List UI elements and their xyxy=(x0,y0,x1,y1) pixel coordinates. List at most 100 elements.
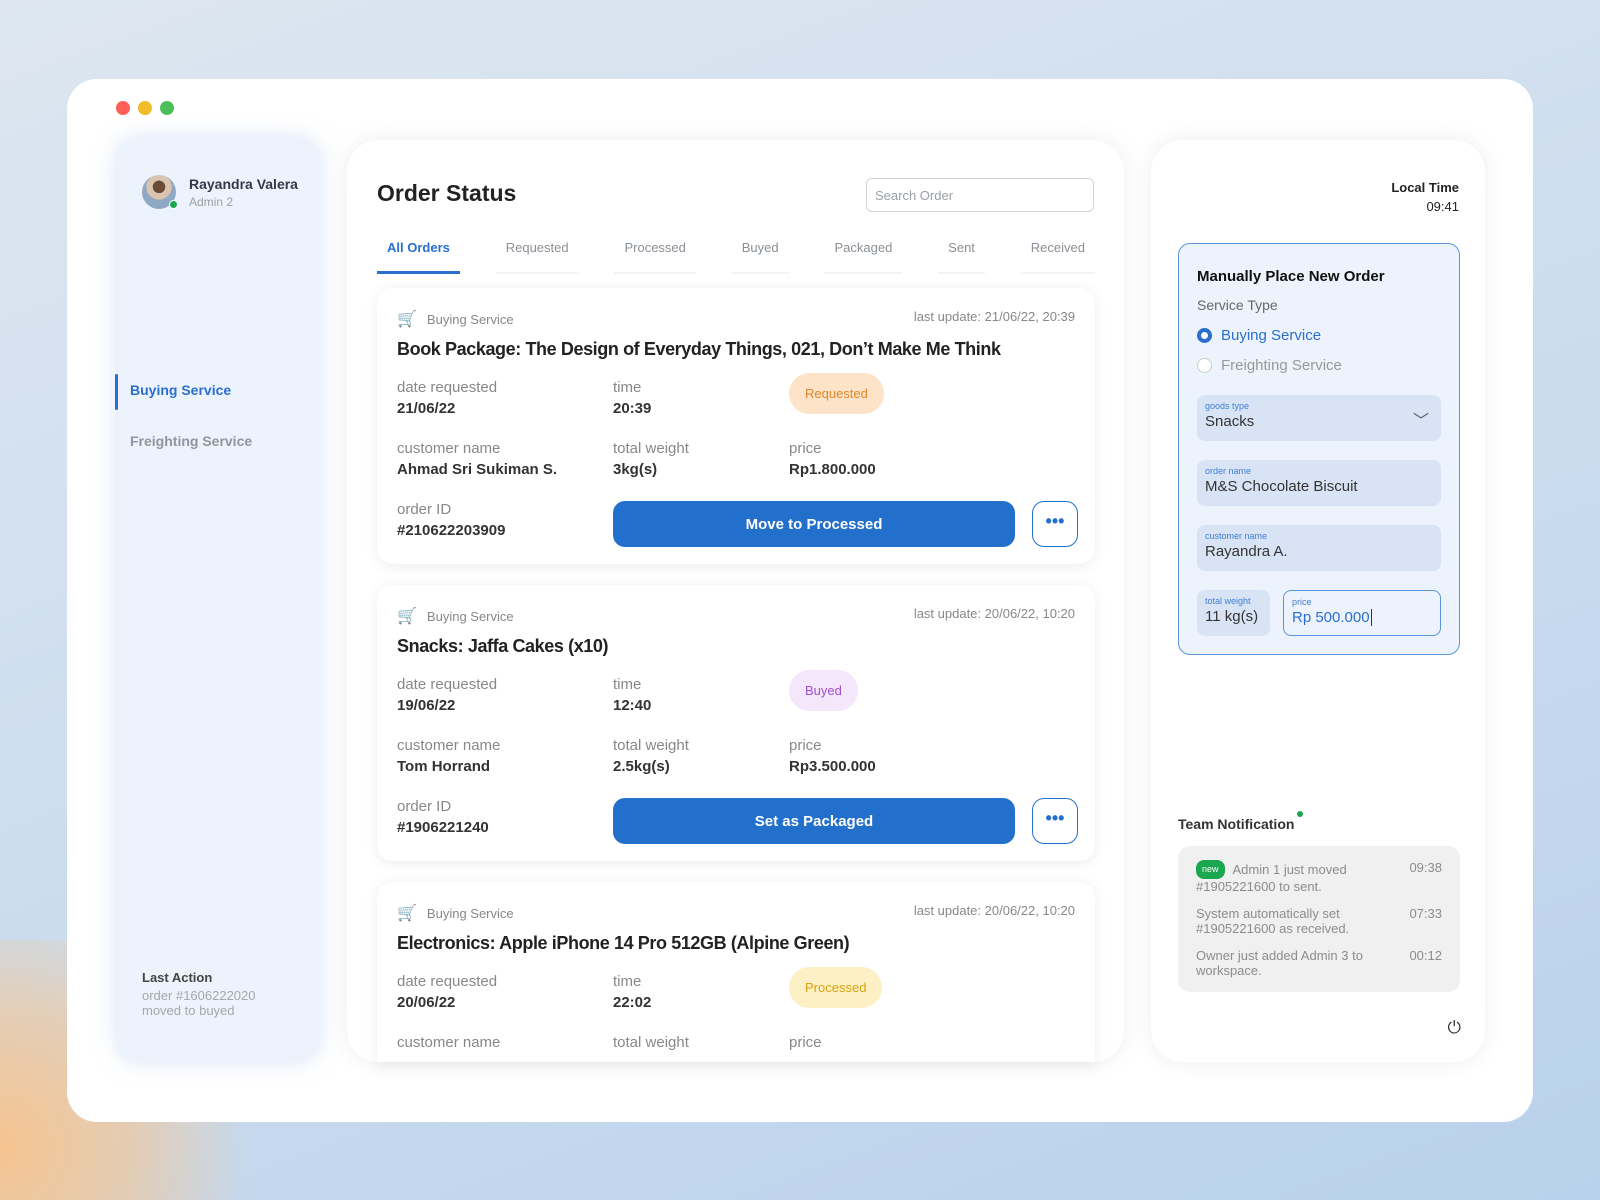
cart-icon: 🛒 xyxy=(397,608,417,625)
price-label: price xyxy=(789,737,822,754)
tab-all-orders[interactable]: All Orders xyxy=(377,236,460,274)
status-badge: Processed xyxy=(789,967,883,1008)
more-options-button[interactable]: ••• xyxy=(1032,798,1078,844)
form-title: Manually Place New Order xyxy=(1197,268,1385,285)
price-label: price xyxy=(789,1034,822,1051)
last-update: last update: 20/06/22, 10:20 xyxy=(913,606,1075,621)
tab-buyed[interactable]: Buyed xyxy=(731,236,789,274)
minimize-window-button[interactable] xyxy=(138,101,152,115)
order-id-value: #210622203909 xyxy=(397,522,506,539)
date-value: 19/06/22 xyxy=(397,697,456,714)
close-window-button[interactable] xyxy=(116,101,130,115)
online-status-dot xyxy=(169,200,178,209)
customer-name-input[interactable]: customer name Rayandra A. xyxy=(1197,525,1441,571)
more-options-button[interactable]: ••• xyxy=(1032,501,1078,547)
field-value: 11 kg(s) xyxy=(1205,608,1259,625)
field-value: Rp 500.000 xyxy=(1292,609,1372,626)
notification-time: 09:38 xyxy=(1409,860,1442,875)
price-label: price xyxy=(789,440,822,457)
price-input[interactable]: price Rp 500.000 xyxy=(1283,590,1441,636)
field-label: order name xyxy=(1205,466,1252,476)
field-label: total weight xyxy=(1205,596,1251,606)
order-card: 🛒 Buying Service last update: 21/06/22, 2… xyxy=(377,288,1095,564)
user-name: Rayandra Valera xyxy=(189,176,298,192)
customer-label: customer name xyxy=(397,737,501,754)
date-value: 20/06/22 xyxy=(397,994,456,1011)
last-action: Last Action order #1606222020 moved to b… xyxy=(142,970,256,1018)
order-status-panel: Order Status All Orders Requested Proces… xyxy=(347,140,1124,1062)
move-to-processed-button[interactable]: Move to Processed xyxy=(613,501,1015,547)
local-time-label: Local Time xyxy=(1391,180,1459,195)
weight-label: total weight xyxy=(613,1034,689,1051)
field-label: customer name xyxy=(1205,531,1268,541)
order-title: Book Package: The Design of Everyday Thi… xyxy=(397,339,1001,359)
date-label: date requested xyxy=(397,676,498,693)
status-badge: Buyed xyxy=(789,670,858,711)
notification-list: new Admin 1 just moved #1905221600 to sen… xyxy=(1178,846,1460,992)
page-title: Order Status xyxy=(377,180,517,206)
tab-processed[interactable]: Processed xyxy=(614,236,696,274)
tab-sent[interactable]: Sent xyxy=(938,236,985,274)
date-label: date requested xyxy=(397,379,498,396)
local-time-value: 09:41 xyxy=(1426,199,1459,214)
price-value: Rp1.800.000 xyxy=(789,461,876,478)
power-icon[interactable]: ⏻ xyxy=(1448,1018,1461,1038)
chevron-down-icon: ﹀ xyxy=(1412,413,1429,430)
customer-label: customer name xyxy=(397,1034,501,1051)
team-notification-title: Team Notification xyxy=(1178,811,1304,832)
local-time: Local Time 09:41 xyxy=(1391,178,1459,216)
customer-value: Ahmad Sri Sukiman S. xyxy=(397,461,558,478)
date-label: date requested xyxy=(397,973,498,990)
field-label: price xyxy=(1292,597,1312,607)
radio-checked-icon xyxy=(1197,328,1212,343)
total-weight-input[interactable]: total weight 11 kg(s) xyxy=(1197,590,1270,636)
cart-icon: 🛒 xyxy=(397,311,417,328)
radio-unchecked-icon xyxy=(1197,358,1212,373)
time-label: time xyxy=(613,676,642,693)
order-name-input[interactable]: order name M&S Chocolate Biscuit xyxy=(1197,460,1441,506)
radio-buying-service[interactable]: Buying Service xyxy=(1197,327,1321,344)
notification-item: System automatically set #1905221600 as … xyxy=(1196,906,1442,936)
search-input[interactable] xyxy=(866,178,1094,212)
field-label: goods type xyxy=(1205,401,1250,411)
price-value: Rp3.500.000 xyxy=(789,758,876,775)
radio-label: Freighting Service xyxy=(1221,357,1342,374)
tab-packaged[interactable]: Packaged xyxy=(824,236,903,274)
weight-label: total weight xyxy=(613,440,689,457)
right-panel: Local Time 09:41 Manually Place New Order… xyxy=(1151,140,1485,1062)
customer-value: Tom Horrand xyxy=(397,758,491,775)
time-label: time xyxy=(613,973,642,990)
weight-value: 3kg(s) xyxy=(613,461,658,478)
status-tabs: All Orders Requested Processed Buyed Pac… xyxy=(377,236,1095,274)
order-card: 🛒 Buying Service last update: 20/06/22, 1… xyxy=(377,882,1095,1062)
service-type-label: Service Type xyxy=(1197,297,1278,313)
order-id-label: order ID xyxy=(397,798,452,815)
goods-type-select[interactable]: goods type Snacks ﹀ xyxy=(1197,395,1441,441)
order-card: 🛒 Buying Service last update: 20/06/22, 1… xyxy=(377,585,1095,861)
sidebar-item-freighting-service[interactable]: Freighting Service xyxy=(130,433,252,449)
time-value: 22:02 xyxy=(613,994,652,1011)
notification-text: Owner just added Admin 3 to workspace. xyxy=(1196,948,1363,978)
tab-requested[interactable]: Requested xyxy=(495,236,579,274)
time-value: 12:40 xyxy=(613,697,652,714)
status-badge: Requested xyxy=(789,373,884,414)
set-as-packaged-button[interactable]: Set as Packaged xyxy=(613,798,1015,844)
sidebar-item-buying-service[interactable]: Buying Service xyxy=(114,374,231,410)
weight-value: 2.5kg(s) xyxy=(613,758,670,775)
new-order-form: Manually Place New Order Service Type Bu… xyxy=(1178,243,1460,655)
field-value: Snacks xyxy=(1205,413,1255,430)
service-label: Buying Service xyxy=(426,905,514,921)
radio-freighting-service[interactable]: Freighting Service xyxy=(1197,357,1342,374)
avatar[interactable] xyxy=(142,175,178,209)
field-value: Rayandra A. xyxy=(1205,543,1288,560)
maximize-window-button[interactable] xyxy=(160,101,174,115)
cart-icon: 🛒 xyxy=(397,905,417,922)
app-window: Rayandra Valera Admin 2 Buying Service F… xyxy=(67,79,1533,1122)
tab-received[interactable]: Received xyxy=(1020,236,1095,274)
new-badge: new xyxy=(1196,860,1225,879)
order-title: Electronics: Apple iPhone 14 Pro 512GB (… xyxy=(397,933,850,953)
customer-label: customer name xyxy=(397,440,501,457)
order-id-value: #1906221240 xyxy=(397,819,489,836)
last-action-line1: order #1606222020 xyxy=(142,988,256,1003)
service-label: Buying Service xyxy=(426,311,514,327)
